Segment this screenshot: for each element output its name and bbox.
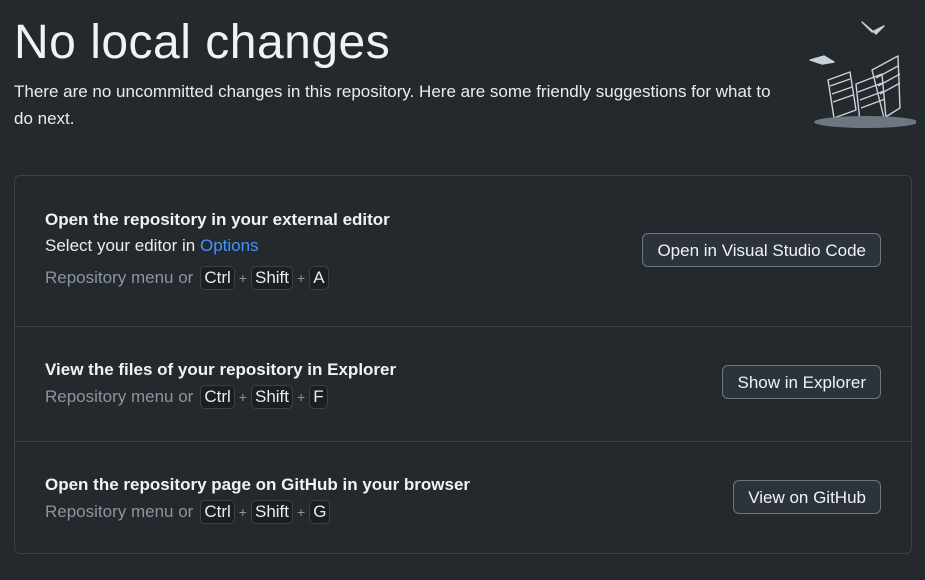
open-in-editor-button[interactable]: Open in Visual Studio Code: [642, 233, 881, 267]
key-ctrl: Ctrl: [200, 385, 235, 409]
page-title: No local changes: [14, 16, 391, 69]
shortcut-hint: Repository menu or Ctrl + Shift + G: [45, 500, 470, 524]
page-subtitle: There are no uncommitted changes in this…: [14, 82, 771, 128]
shortcut-hint: Repository menu or Ctrl + Shift + A: [45, 266, 390, 290]
suggestion-open-editor: Open the repository in your external edi…: [15, 176, 911, 326]
description-text: Select your editor in: [45, 236, 200, 255]
paper-pile-illustration-icon: [809, 21, 916, 128]
header: No local changes There are no uncommitte…: [14, 14, 774, 132]
suggestion-description: Select your editor in Options: [45, 236, 390, 256]
suggestion-title: Open the repository page on GitHub in yo…: [45, 475, 471, 494]
options-link[interactable]: Options: [200, 236, 259, 255]
key-g: G: [309, 500, 331, 524]
key-ctrl: Ctrl: [200, 266, 235, 290]
shortcut-prefix: Repository menu or: [45, 268, 194, 287]
key-a: A: [309, 266, 329, 290]
key-separator: +: [238, 389, 247, 405]
key-f: F: [309, 385, 328, 409]
suggestion-show-explorer: View the files of your repository in Exp…: [15, 326, 911, 441]
key-shift: Shift: [250, 385, 294, 409]
key-separator: +: [297, 504, 306, 520]
key-ctrl: Ctrl: [200, 500, 235, 524]
suggestion-title: View the files of your repository in Exp…: [45, 360, 397, 379]
key-separator: +: [297, 389, 306, 405]
key-separator: +: [238, 270, 247, 286]
view-on-github-button[interactable]: View on GitHub: [733, 480, 881, 514]
shortcut-prefix: Repository menu or: [45, 387, 194, 406]
show-in-explorer-button[interactable]: Show in Explorer: [722, 365, 881, 399]
suggestion-title: Open the repository in your external edi…: [45, 210, 390, 229]
suggestion-view-github: Open the repository page on GitHub in yo…: [15, 441, 911, 554]
shortcut-prefix: Repository menu or: [45, 502, 194, 521]
shortcut-hint: Repository menu or Ctrl + Shift + F: [45, 385, 396, 409]
key-separator: +: [297, 270, 306, 286]
suggestions-card: Open the repository in your external edi…: [14, 175, 912, 554]
key-separator: +: [238, 504, 247, 520]
key-shift: Shift: [250, 500, 294, 524]
key-shift: Shift: [250, 266, 294, 290]
